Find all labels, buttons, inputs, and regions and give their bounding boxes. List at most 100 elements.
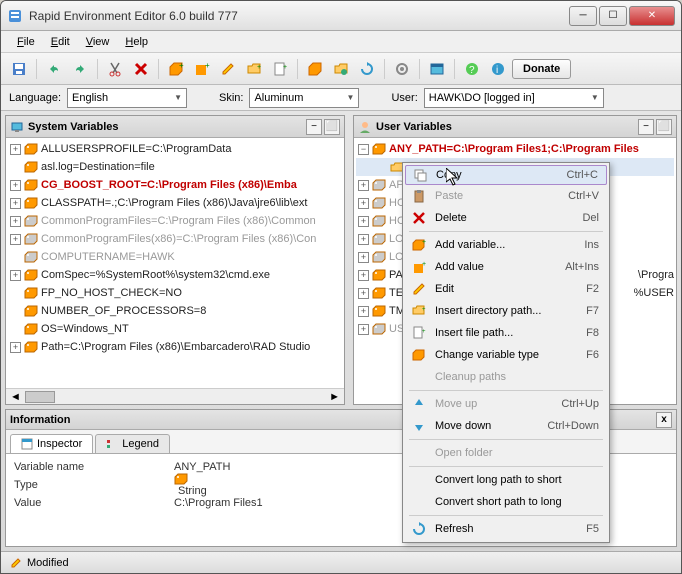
expander-icon[interactable]: + <box>10 342 21 353</box>
tree-row[interactable]: + CommonProgramFiles(x86)=C:\Program File… <box>8 230 342 248</box>
menu-label: Change variable type <box>429 349 586 361</box>
close-button[interactable]: ✕ <box>629 6 675 26</box>
menu-item-convert-short-path-to-long[interactable]: Convert short path to long <box>405 491 607 513</box>
menu-item-copy[interactable]: CopyCtrl+C <box>405 165 607 185</box>
settings-icon[interactable] <box>390 57 414 81</box>
menu-item-delete[interactable]: DeleteDel <box>405 207 607 229</box>
expander-icon[interactable]: + <box>358 198 369 209</box>
tag-icon <box>24 269 38 281</box>
tab-inspector[interactable]: Inspector <box>10 434 93 453</box>
expander-icon[interactable]: + <box>358 324 369 335</box>
info-icon[interactable]: i <box>486 57 510 81</box>
refresh-icon[interactable] <box>355 57 379 81</box>
menu-help[interactable]: Help <box>117 34 156 50</box>
expand-button[interactable]: ⬜ <box>656 119 672 135</box>
info-close-button[interactable]: x <box>656 412 672 428</box>
undo-icon[interactable] <box>42 57 66 81</box>
menu-item-add-variable-[interactable]: +Add variable...Ins <box>405 234 607 256</box>
tree-row[interactable]: OS=Windows_NT <box>8 320 342 338</box>
tree-row[interactable]: asl.log=Destination=file <box>8 158 342 176</box>
menu-file[interactable]: File <box>9 34 43 50</box>
expander-icon[interactable]: + <box>10 180 21 191</box>
menu-item-refresh[interactable]: RefreshF5 <box>405 518 607 540</box>
var-text: CommonProgramFiles=C:\Program Files (x86… <box>41 215 316 227</box>
expander-icon[interactable]: + <box>358 252 369 263</box>
cut-icon[interactable] <box>103 57 127 81</box>
skin-combo[interactable]: Aluminum▼ <box>249 88 359 108</box>
redo-icon[interactable] <box>68 57 92 81</box>
tag-icon <box>372 251 386 263</box>
menu-item-move-down[interactable]: Move downCtrl+Down <box>405 415 607 437</box>
tree-row[interactable]: +ALLUSERSPROFILE=C:\ProgramData <box>8 140 342 158</box>
tree-row[interactable]: +CLASSPATH=.;C:\Program Files (x86)\Java… <box>8 194 342 212</box>
tree-row[interactable]: +Path=C:\Program Files (x86)\Embarcadero… <box>8 338 342 356</box>
expander-icon[interactable]: + <box>358 216 369 227</box>
menu-item-edit[interactable]: EditF2 <box>405 278 607 300</box>
expander-icon[interactable]: + <box>10 216 21 227</box>
user-combo[interactable]: HAWK\DO [logged in]▼ <box>424 88 604 108</box>
tree-row[interactable]: + ComSpec=%SystemRoot%\system32\cmd.exe <box>8 266 342 284</box>
expander-icon[interactable]: + <box>358 288 369 299</box>
tree-row[interactable]: FP_NO_HOST_CHECK=NO <box>8 284 342 302</box>
delete-icon[interactable] <box>129 57 153 81</box>
menu-item-insert-file-path-[interactable]: +Insert file path...F8 <box>405 322 607 344</box>
maximize-button[interactable]: ☐ <box>599 6 627 26</box>
expander-icon[interactable]: + <box>10 234 21 245</box>
user-label: User: <box>391 92 417 104</box>
menu-edit[interactable]: Edit <box>43 34 78 50</box>
expander-icon[interactable]: − <box>358 144 369 155</box>
expander-icon[interactable]: + <box>358 306 369 317</box>
info-key: Value <box>14 497 174 509</box>
expander-icon[interactable]: + <box>10 144 21 155</box>
expander-icon[interactable]: + <box>358 180 369 191</box>
up-icon <box>409 397 429 411</box>
expander-icon[interactable]: + <box>10 198 21 209</box>
insert-file-icon[interactable]: + <box>268 57 292 81</box>
collapse-button[interactable]: − <box>306 119 322 135</box>
add-var-icon[interactable]: + <box>164 57 188 81</box>
svg-text:+: + <box>283 64 287 71</box>
language-combo[interactable]: English▼ <box>67 88 187 108</box>
context-menu[interactable]: CopyCtrl+CPasteCtrl+VDeleteDel+Add varia… <box>402 162 610 543</box>
menu-item-insert-directory-path-[interactable]: +Insert directory path...F7 <box>405 300 607 322</box>
var-text: CommonProgramFiles(x86)=C:\Program Files… <box>41 233 316 245</box>
expander-icon[interactable]: + <box>358 234 369 245</box>
edit-icon[interactable] <box>216 57 240 81</box>
var-text: ComSpec=%SystemRoot%\system32\cmd.exe <box>41 269 270 281</box>
svg-text:+: + <box>257 64 261 71</box>
help-icon[interactable]: ? <box>460 57 484 81</box>
tag-icon[interactable] <box>303 57 327 81</box>
expand-button[interactable]: ⬜ <box>324 119 340 135</box>
system-tree[interactable]: +ALLUSERSPROFILE=C:\ProgramDataasl.log=D… <box>6 138 344 388</box>
menu-item-change-variable-type[interactable]: Change variable typeF6 <box>405 344 607 366</box>
tree-row[interactable]: COMPUTERNAME=HAWK <box>8 248 342 266</box>
menu-view[interactable]: View <box>78 34 118 50</box>
donate-button[interactable]: Donate <box>512 59 571 79</box>
insert-dir-icon[interactable]: + <box>242 57 266 81</box>
minimize-button[interactable]: ─ <box>569 6 597 26</box>
cleanup-icon[interactable] <box>329 57 353 81</box>
collapse-button[interactable]: − <box>638 119 654 135</box>
menu-label: Add variable... <box>429 239 584 251</box>
system-variables-panel: System Variables − ⬜ +ALLUSERSPROFILE=C:… <box>5 115 345 405</box>
menu-item-convert-long-path-to-short[interactable]: Convert long path to short <box>405 469 607 491</box>
horizontal-scrollbar[interactable]: ◄► <box>6 388 344 404</box>
menu-item-add-value[interactable]: +Add valueAlt+Ins <box>405 256 607 278</box>
window-icon[interactable] <box>425 57 449 81</box>
tree-row-selected[interactable]: −ANY_PATH=C:\Program Files1;C:\Program F… <box>356 140 674 158</box>
user-panel-header: User Variables − ⬜ <box>354 116 676 138</box>
copy-icon <box>410 168 430 182</box>
tree-row[interactable]: +CG_BOOST_ROOT=C:\Program Files (x86)\Em… <box>8 176 342 194</box>
tab-legend[interactable]: Legend <box>95 434 170 453</box>
tag-icon <box>372 269 386 281</box>
add-val-icon[interactable]: + <box>190 57 214 81</box>
expander-icon[interactable]: + <box>10 270 21 281</box>
info-key: Type <box>14 479 174 491</box>
save-icon[interactable] <box>7 57 31 81</box>
tree-row[interactable]: NUMBER_OF_PROCESSORS=8 <box>8 302 342 320</box>
info-key: Variable name <box>14 461 174 473</box>
tree-row[interactable]: + CommonProgramFiles=C:\Program Files (x8… <box>8 212 342 230</box>
insfile-icon: + <box>409 326 429 340</box>
expander-icon[interactable]: + <box>358 270 369 281</box>
filterbar: Language: English▼ Skin: Aluminum▼ User:… <box>1 85 681 111</box>
